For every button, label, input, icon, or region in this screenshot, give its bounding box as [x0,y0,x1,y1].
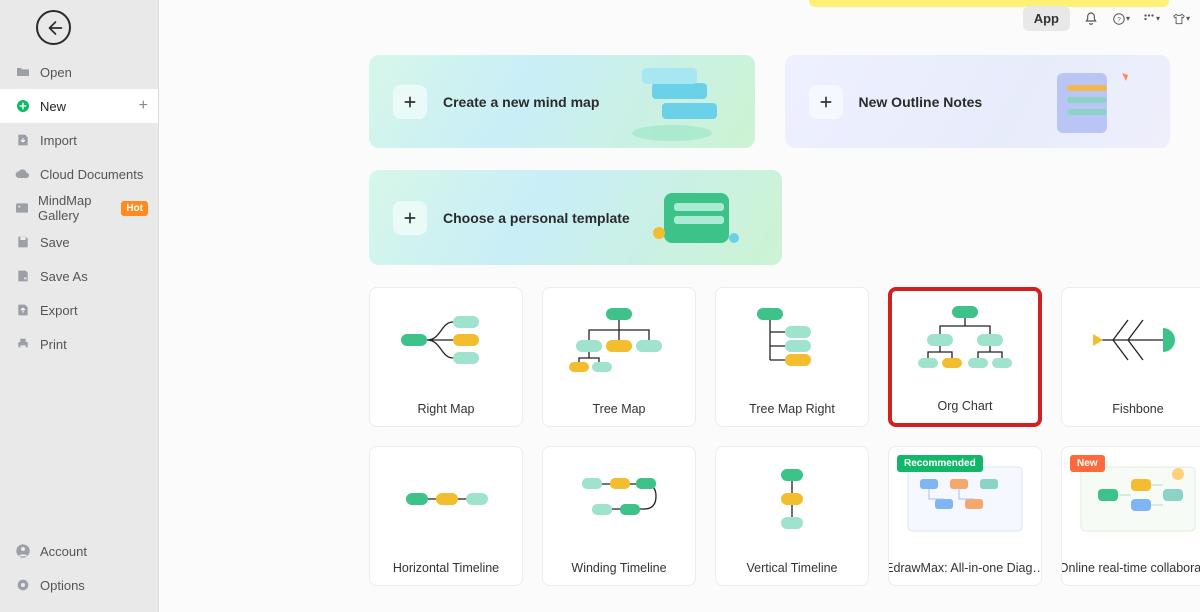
content: Create a new mind map New Outline Notes [369,55,1170,586]
hero-personal-template[interactable]: Choose a personal template [369,170,782,265]
sidebar-item-save[interactable]: Save [0,225,158,259]
arrow-left-icon [45,19,63,37]
app-root: Open New + Import Cloud Documents MindMa… [0,0,1200,612]
back-button[interactable] [36,10,71,45]
mindmap-illustration-icon [607,63,737,143]
print-icon [14,335,32,353]
sidebar-item-open[interactable]: Open [0,55,158,89]
sidebar-item-account[interactable]: Account [0,534,158,568]
hero-new-outline[interactable]: New Outline Notes [785,55,1171,148]
sidebar-item-options[interactable]: Options [0,568,158,602]
shirt-icon[interactable]: ▾ [1172,10,1190,28]
thumb [370,288,522,392]
sidebar-item-print[interactable]: Print [0,327,158,361]
thumb [543,288,695,392]
thumb [370,447,522,551]
sidebar-item-import[interactable]: Import [0,123,158,157]
sidebar-item-export[interactable]: Export [0,293,158,327]
template-label: Tree Map Right [716,392,868,426]
app-button[interactable]: App [1023,6,1070,31]
template-grid: Right Map Tree Map Tree Map Right [369,287,1170,586]
template-label: Online real-time collaborat… [1062,551,1200,585]
template-label: Fishbone [1062,392,1200,426]
export-icon [14,301,32,319]
sidebar-item-label: Export [40,303,78,318]
bell-icon[interactable] [1082,10,1100,28]
thumb [716,288,868,392]
sidebar: Open New + Import Cloud Documents MindMa… [0,0,159,612]
save-icon [14,233,32,251]
template-edrawmax[interactable]: Recommended EdrawMax: All-in-one Diag… [888,446,1042,586]
template-label: Tree Map [543,392,695,426]
folder-icon [14,63,32,81]
sidebar-bottom: Account Options [0,534,158,602]
sidebar-item-new[interactable]: New + [0,89,158,123]
hero-row-2: Choose a personal template [369,170,1170,265]
thumb [716,447,868,551]
thumb [892,291,1038,389]
template-label: Horizontal Timeline [370,551,522,585]
sidebar-item-label: Print [40,337,67,352]
plus-icon [393,201,427,235]
hero-row: Create a new mind map New Outline Notes [369,55,1170,148]
topbar: App ?▾ ▾ ▾ [1023,6,1190,31]
hero-new-mindmap[interactable]: Create a new mind map [369,55,755,148]
apps-icon[interactable]: ▾ [1142,10,1160,28]
template-label: Right Map [370,392,522,426]
template-label: Vertical Timeline [716,551,868,585]
back-wrap [0,0,158,55]
hero-label: Choose a personal template [443,210,630,226]
template-vertical-timeline[interactable]: Vertical Timeline [715,446,869,586]
template-label: EdrawMax: All-in-one Diag… [889,551,1041,585]
template-right-map[interactable]: Right Map [369,287,523,427]
hero-label: Create a new mind map [443,94,599,110]
plus-icon [393,85,427,119]
template-label: Winding Timeline [543,551,695,585]
recommended-badge: Recommended [897,455,983,472]
cloud-icon [14,165,32,183]
outline-illustration-icon [1022,63,1152,143]
plus-circle-icon [14,97,32,115]
sidebar-item-label: Open [40,65,72,80]
sidebar-item-label: New [40,99,66,114]
template-illustration-icon [634,178,764,258]
template-tree-map[interactable]: Tree Map [542,287,696,427]
hot-badge: Hot [121,201,148,216]
thumb [543,447,695,551]
import-icon [14,131,32,149]
template-org-chart[interactable]: Org Chart [888,287,1042,427]
gear-icon [14,576,32,594]
help-icon[interactable]: ?▾ [1112,10,1130,28]
plus-icon [809,85,843,119]
saveas-icon [14,267,32,285]
hero-label: New Outline Notes [859,94,983,110]
sidebar-item-label: MindMap Gallery [38,193,115,223]
gallery-icon [14,199,30,217]
template-label: Org Chart [892,389,1038,423]
template-tree-map-right[interactable]: Tree Map Right [715,287,869,427]
sidebar-item-label: Save As [40,269,88,284]
thumb [1062,288,1200,392]
sidebar-item-saveas[interactable]: Save As [0,259,158,293]
sidebar-item-label: Import [40,133,77,148]
sidebar-item-label: Account [40,544,87,559]
template-fishbone[interactable]: Fishbone [1061,287,1200,427]
template-online-collab[interactable]: New Online real-time collaborat… [1061,446,1200,586]
main-panel: App ?▾ ▾ ▾ Create a new mind map [159,0,1200,612]
sidebar-item-cloud[interactable]: Cloud Documents [0,157,158,191]
sidebar-item-label: Save [40,235,70,250]
sidebar-item-label: Options [40,578,85,593]
new-badge: New [1070,455,1105,472]
template-winding-timeline[interactable]: Winding Timeline [542,446,696,586]
sidebar-item-label: Cloud Documents [40,167,143,182]
svg-text:?: ? [1117,16,1121,23]
account-icon [14,542,32,560]
template-horizontal-timeline[interactable]: Horizontal Timeline [369,446,523,586]
sidebar-item-gallery[interactable]: MindMap Gallery Hot [0,191,158,225]
plus-icon[interactable]: + [139,97,148,115]
sidebar-list: Open New + Import Cloud Documents MindMa… [0,55,158,361]
